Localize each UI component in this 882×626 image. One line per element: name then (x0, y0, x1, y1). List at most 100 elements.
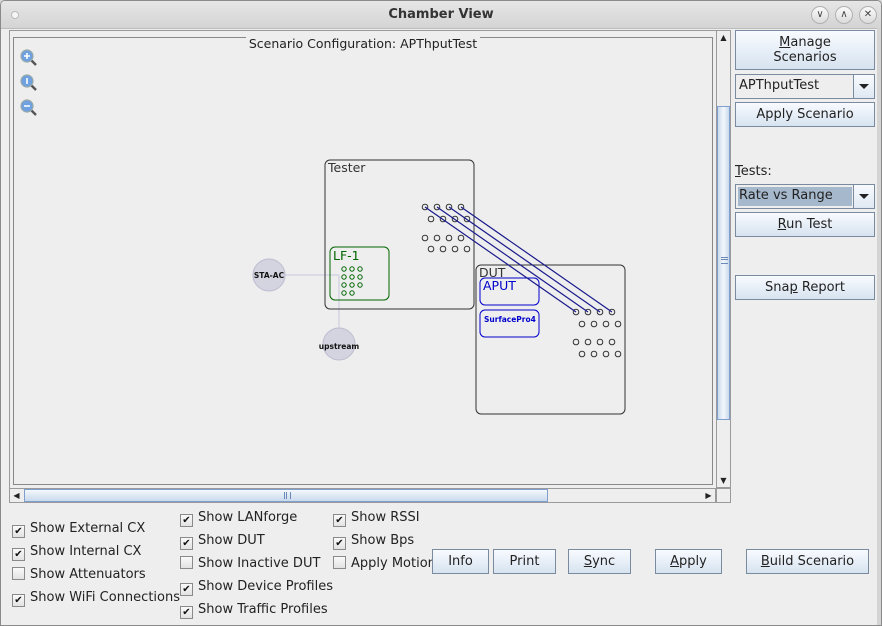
scroll-right-arrow-icon[interactable]: ▶ (702, 489, 715, 502)
option-show-device-profiles[interactable]: ✔ Show Device Profiles (180, 579, 333, 596)
lf1-port[interactable] (341, 290, 347, 296)
tester-radio-port[interactable] (439, 245, 447, 253)
scroll-down-arrow-icon[interactable]: ▼ (717, 474, 730, 487)
upstream-label: upstream (319, 342, 360, 351)
dut-radio-port[interactable] (602, 350, 610, 358)
dut-radio-port[interactable] (614, 320, 622, 328)
dut-radio-port[interactable] (572, 338, 580, 346)
option-show-traffic-profiles[interactable]: ✔ Show Traffic Profiles (180, 602, 328, 619)
checkbox-checked[interactable]: ✔ (180, 606, 193, 619)
apply-button[interactable]: Apply (655, 549, 722, 574)
window-title: Chamber View (388, 7, 494, 22)
tester-radio-port[interactable] (433, 234, 441, 242)
checkbox-unchecked[interactable] (12, 567, 25, 580)
tester-radio-port[interactable] (421, 234, 429, 242)
dut-radio-port[interactable] (584, 338, 592, 346)
checkbox-checked[interactable]: ✔ (12, 525, 25, 538)
build-scenario-button[interactable]: Build Scenario (746, 549, 869, 574)
chamber-view-window: Chamber View ∨ ∧ ✕ Scenario Configuratio… (0, 0, 882, 626)
maximize-button[interactable]: ∧ (835, 6, 853, 24)
dut-radio-port[interactable] (590, 320, 598, 328)
tester-radio-port[interactable] (463, 245, 471, 253)
checkbox-checked[interactable]: ✔ (180, 537, 193, 550)
option-show-attenuators[interactable]: Show Attenuators (12, 567, 146, 583)
option-label: Show DUT (198, 533, 265, 548)
chevron-up-icon: ∧ (840, 9, 848, 20)
tester-radio-port[interactable] (445, 234, 453, 242)
tester-radio-port[interactable] (427, 215, 435, 223)
print-button[interactable]: Print (493, 549, 556, 574)
checkbox-checked[interactable]: ✔ (180, 583, 193, 596)
scenario-select[interactable]: APThputTest (735, 74, 875, 99)
option-show-bps[interactable]: ✔ Show Bps (333, 533, 415, 550)
vertical-scroll-thumb[interactable] (717, 106, 730, 420)
close-button[interactable]: ✕ (859, 6, 877, 24)
dut-radio-port[interactable] (596, 338, 604, 346)
checkbox-checked[interactable]: ✔ (333, 514, 346, 527)
vertical-scrollbar[interactable]: ▲ ▼ (716, 30, 731, 488)
option-label: Show Internal CX (30, 544, 142, 559)
lf1-port[interactable] (357, 266, 363, 272)
tester-label: Tester (327, 160, 366, 175)
run-test-button[interactable]: Run Test (735, 212, 875, 237)
wifi-connection-line (436, 206, 589, 313)
apply-scenario-button[interactable]: Apply Scenario (735, 102, 875, 127)
dut-radio-port[interactable] (590, 350, 598, 358)
option-label: Show Inactive DUT (198, 556, 321, 571)
lf1-port[interactable] (341, 274, 347, 280)
dut-radio-port[interactable] (614, 350, 622, 358)
dut-radio-port[interactable] (578, 350, 586, 358)
option-label: Show Bps (351, 533, 415, 548)
option-show-lanforge[interactable]: ✔ Show LANforge (180, 510, 297, 527)
tester-box[interactable] (324, 159, 475, 310)
option-show-external-cx[interactable]: ✔ Show External CX (12, 521, 145, 538)
lf1-port[interactable] (349, 290, 355, 296)
tester-radio-port[interactable] (451, 245, 459, 253)
snap-report-button[interactable]: Snap Report (735, 275, 875, 300)
scroll-corner (716, 488, 731, 503)
checkbox-unchecked[interactable] (333, 556, 346, 569)
option-show-internal-cx[interactable]: ✔ Show Internal CX (12, 544, 142, 561)
checkbox-checked[interactable]: ✔ (180, 514, 193, 527)
scroll-up-arrow-icon[interactable]: ▲ (717, 31, 730, 44)
info-button[interactable]: Info (432, 549, 489, 574)
scenario-select-value: APThputTest (739, 78, 820, 93)
sync-button[interactable]: Sync (568, 549, 631, 574)
option-show-dut[interactable]: ✔ Show DUT (180, 533, 265, 550)
test-select-value: Rate vs Range (738, 187, 852, 206)
checkbox-checked[interactable]: ✔ (333, 537, 346, 550)
grip-icon (721, 257, 728, 264)
lf1-port[interactable] (341, 282, 347, 288)
option-label: Show Attenuators (30, 567, 146, 582)
tester-ports (421, 203, 471, 253)
manage-scenarios-button[interactable]: Manage Scenarios (735, 30, 875, 70)
title-bar: Chamber View ∨ ∧ ✕ (1, 1, 881, 29)
dut-radio-port[interactable] (608, 338, 616, 346)
tester-radio-port[interactable] (457, 234, 465, 242)
horizontal-scroll-thumb[interactable] (24, 489, 548, 502)
chevron-down-icon[interactable] (853, 75, 874, 98)
lf1-port[interactable] (349, 266, 355, 272)
scenario-canvas[interactable]: Scenario Configuration: APThputTest Test… (9, 30, 717, 489)
test-select[interactable]: Rate vs Range (735, 184, 875, 209)
lf1-port[interactable] (357, 274, 363, 280)
dut-radio-port[interactable] (578, 320, 586, 328)
chevron-down-icon[interactable] (853, 185, 874, 208)
option-show-inactive-dut[interactable]: Show Inactive DUT (180, 556, 320, 572)
lf1-port[interactable] (349, 274, 355, 280)
wifi-connection-line (424, 206, 577, 313)
checkbox-checked[interactable]: ✔ (12, 594, 25, 607)
horizontal-scrollbar[interactable]: ◀ ▶ (9, 488, 716, 503)
lf1-port[interactable] (357, 282, 363, 288)
tester-radio-port[interactable] (427, 245, 435, 253)
dut-radio-port[interactable] (602, 320, 610, 328)
lf1-port[interactable] (349, 282, 355, 288)
option-apply-motion[interactable]: Apply Motion (333, 556, 436, 572)
checkbox-checked[interactable]: ✔ (12, 548, 25, 561)
checkbox-unchecked[interactable] (180, 556, 193, 569)
minimize-button[interactable]: ∨ (811, 6, 829, 24)
scroll-left-arrow-icon[interactable]: ◀ (10, 489, 23, 502)
option-show-rssi[interactable]: ✔ Show RSSI (333, 510, 420, 527)
lf1-port[interactable] (341, 266, 347, 272)
option-show-wifi-connections[interactable]: ✔ Show WiFi Connections (12, 590, 180, 607)
